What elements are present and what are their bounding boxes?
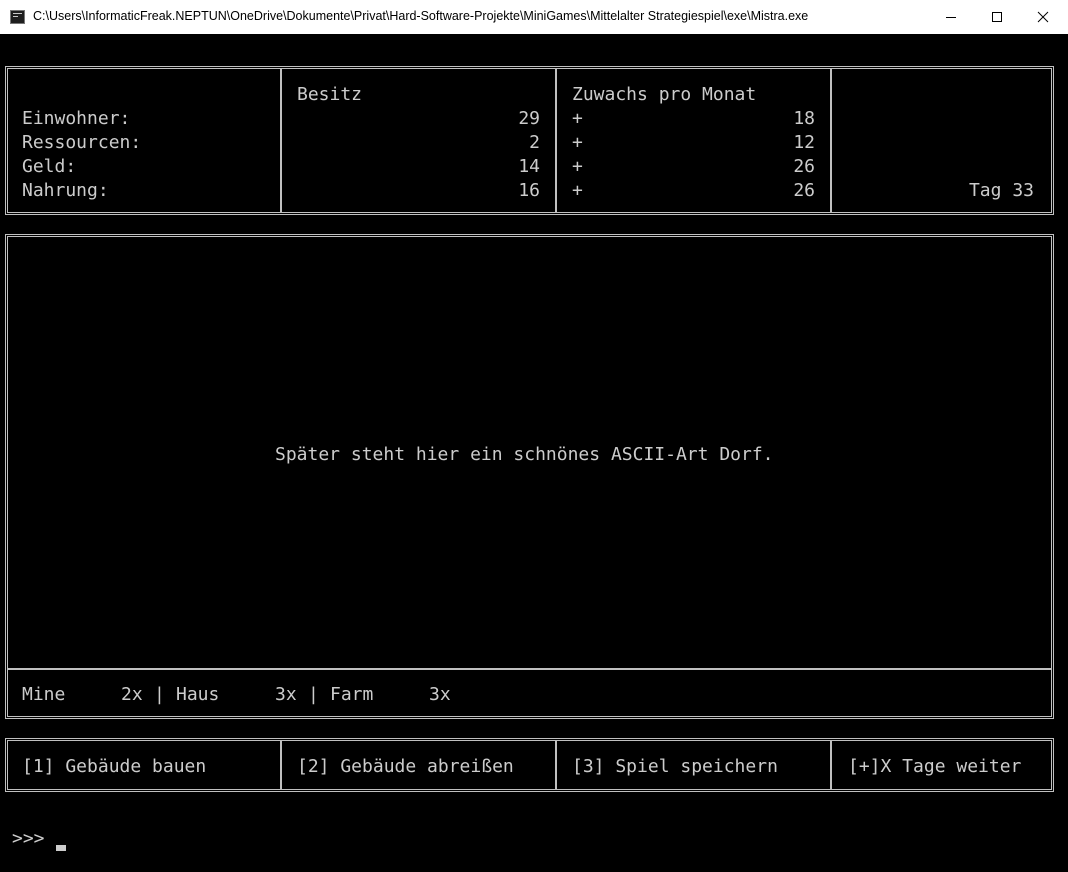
maximize-icon [992,12,1002,22]
stat-besitz-value: 29 [518,108,540,129]
window-title: C:\Users\InformaticFreak.NEPTUN\OneDrive… [33,9,809,23]
menu-divider [280,741,282,789]
console-app-icon[interactable] [10,10,25,24]
stat-label: Nahrung: [22,180,109,201]
maximize-button[interactable] [974,0,1020,34]
menu-save-option[interactable]: [3] Spiel speichern [572,756,778,778]
building-count: 3x [275,684,297,705]
menu-build-option[interactable]: [1] Gebäude bauen [22,756,206,778]
command-prompt: >>> [12,828,45,849]
stat-label: Ressourcen: [22,132,142,153]
menu-divider [830,741,832,789]
village-panel [5,234,1054,719]
stat-plus-sign: + [572,156,583,177]
village-divider [8,668,1051,670]
day-counter: Tag 33 [968,180,1034,201]
stat-label: Einwohner: [22,108,131,129]
window-titlebar[interactable]: C:\Users\InformaticFreak.NEPTUN\OneDrive… [0,0,1068,34]
village-placeholder-text: Später steht hier ein schnönes ASCII-Art… [275,444,774,465]
stat-plus-sign: + [572,180,583,201]
close-icon [1037,11,1049,23]
menu-demolish-option[interactable]: [2] Gebäude abreißen [297,756,514,778]
building-count: 3x [429,684,451,705]
stat-zuwachs-value: 26 [793,156,815,177]
stat-besitz-value: 14 [518,156,540,177]
stat-label: Geld: [22,156,77,177]
building-name: Haus [176,684,220,705]
stats-divider [555,69,557,212]
stat-plus-sign: + [572,132,583,153]
stat-zuwachs-value: 18 [793,108,815,129]
input-cursor[interactable] [56,845,66,851]
stat-plus-sign: + [572,108,583,129]
stat-besitz-value: 2 [529,132,540,153]
building-separator: | [308,684,319,705]
besitz-header: Besitz [297,84,363,105]
menu-advance-days-option[interactable]: [+]X Tage weiter [848,756,1021,778]
minimize-icon [946,17,956,18]
minimize-button[interactable] [928,0,974,34]
menu-divider [555,741,557,789]
building-separator: | [154,684,165,705]
stat-zuwachs-value: 12 [793,132,815,153]
stats-divider [830,69,832,212]
building-name: Mine [22,684,66,705]
building-count: 2x [121,684,143,705]
stat-zuwachs-value: 26 [793,180,815,201]
building-name: Farm [330,684,374,705]
zuwachs-header: Zuwachs pro Monat [572,84,757,105]
close-button[interactable] [1020,0,1066,34]
stat-besitz-value: 16 [518,180,540,201]
stats-divider [280,69,282,212]
